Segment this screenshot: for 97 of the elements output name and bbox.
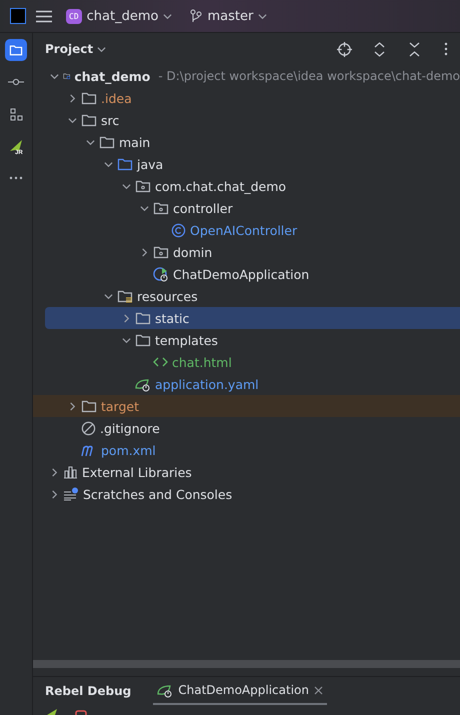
tree-item-label: src xyxy=(101,112,120,128)
scratches-icon xyxy=(63,487,79,501)
tree-row[interactable]: .gitignore xyxy=(33,417,460,439)
panel-title[interactable]: Project xyxy=(45,42,106,56)
leaf-icon xyxy=(157,682,174,698)
chevron-down-icon[interactable] xyxy=(122,336,130,344)
tool-window-title: Rebel Debug xyxy=(45,684,132,698)
tree-item-label: main xyxy=(119,134,150,150)
tree-row[interactable]: com.chat.chat_demo xyxy=(33,175,460,197)
folder-icon xyxy=(81,113,97,127)
prohibited-icon xyxy=(81,420,96,436)
collapse-all-icon[interactable] xyxy=(409,42,420,56)
folder-icon xyxy=(135,333,151,347)
tree-row[interactable]: chat_demo - D:\project workspace\idea workspace\chat-demo xyxy=(33,65,460,87)
tree-row[interactable]: templates xyxy=(33,329,460,351)
tree-row[interactable]: java xyxy=(33,153,460,175)
locate-icon[interactable] xyxy=(337,42,352,56)
tree-item-label: External Libraries xyxy=(82,464,192,480)
run-tab[interactable]: ChatDemoApplication xyxy=(153,677,327,705)
tree-item-label: .idea xyxy=(101,90,132,106)
branch-switcher[interactable]: master xyxy=(186,8,272,24)
tree-row[interactable]: src xyxy=(33,109,460,131)
chevron-right-icon[interactable] xyxy=(140,248,148,256)
chevron-right-icon[interactable] xyxy=(50,468,58,476)
project-switcher[interactable]: CD chat_demo xyxy=(62,8,176,24)
more-icon xyxy=(9,176,23,180)
chevron-down-icon[interactable] xyxy=(258,12,268,20)
tree-item-label: chat.html xyxy=(172,354,232,370)
tree-row[interactable]: domin xyxy=(33,241,460,263)
chevron-right-icon[interactable] xyxy=(68,94,76,102)
tree-item-label: pom.xml xyxy=(101,442,156,458)
tree-row[interactable]: ChatDemoApplication xyxy=(33,263,460,285)
horizontal-scrollbar[interactable] xyxy=(33,660,460,668)
tool-window-button[interactable] xyxy=(5,39,27,61)
chevron-down-icon[interactable] xyxy=(97,44,106,54)
tree-row[interactable]: target xyxy=(33,395,460,417)
folder-icon xyxy=(81,399,97,413)
tree-item-label: Scratches and Consoles xyxy=(83,486,232,502)
tree-row[interactable]: main xyxy=(33,131,460,153)
expand-all-icon[interactable] xyxy=(374,42,385,56)
folder-icon xyxy=(9,44,23,56)
folder-icon xyxy=(81,91,97,105)
tree-item-label: target xyxy=(101,398,140,414)
package-icon xyxy=(153,201,169,215)
source-folder-icon xyxy=(117,157,133,171)
tree-item-label: OpenAIController xyxy=(190,222,298,238)
class-icon xyxy=(171,222,186,238)
chevron-down-icon[interactable] xyxy=(104,292,112,300)
project-path: - D:\project workspace\idea workspace\chat-demo xyxy=(158,69,460,83)
chevron-down-icon[interactable] xyxy=(104,160,112,168)
tree-row[interactable]: controller xyxy=(33,197,460,219)
code-brackets-icon xyxy=(153,356,168,368)
tree-item-label: .gitignore xyxy=(100,420,160,436)
chevron-down-icon[interactable] xyxy=(50,72,58,80)
tree-item-label: java xyxy=(137,156,164,172)
chevron-down-icon[interactable] xyxy=(163,12,172,20)
package-icon xyxy=(135,179,151,193)
tree-row[interactable]: Scratches and Consoles xyxy=(33,483,460,505)
spring-class-icon xyxy=(153,266,169,282)
tree-row[interactable]: External Libraries xyxy=(33,461,460,483)
resources-folder-icon xyxy=(117,289,133,303)
tree-item-label: static xyxy=(155,310,190,326)
chevron-down-icon[interactable] xyxy=(140,204,148,212)
tree-item-label: ChatDemoApplication xyxy=(173,266,310,282)
tree-row[interactable]: chat.html xyxy=(33,351,460,373)
tree-row[interactable]: OpenAIController xyxy=(33,219,460,241)
tree-row[interactable]: .idea xyxy=(33,87,460,109)
chevron-down-icon[interactable] xyxy=(86,138,94,146)
more-icon[interactable] xyxy=(444,42,448,56)
chevron-right-icon[interactable] xyxy=(50,490,58,498)
branch-icon xyxy=(190,9,202,23)
stop-icon[interactable] xyxy=(75,710,87,715)
close-icon xyxy=(314,686,323,694)
selected-tree-row[interactable]: static xyxy=(45,307,460,329)
tree-item-label: templates xyxy=(155,332,218,348)
chevron-down-icon[interactable] xyxy=(122,182,130,190)
leaf-icon xyxy=(135,376,151,392)
tree-item-label: resources xyxy=(137,288,198,304)
package-icon xyxy=(153,245,169,259)
tree-item-label: domin xyxy=(173,244,212,260)
menu-icon[interactable] xyxy=(36,10,52,22)
chevron-right-icon[interactable] xyxy=(68,402,76,410)
tree-item-label: chat_demo xyxy=(74,68,150,84)
bar-chart-icon xyxy=(63,465,78,479)
commit-icon xyxy=(8,78,24,86)
tree-item-label: controller xyxy=(173,200,233,216)
structure-icon xyxy=(10,108,22,120)
chevron-right-icon[interactable] xyxy=(122,314,130,322)
chevron-down-icon[interactable] xyxy=(68,116,76,124)
tree-item-label: com.chat.chat_demo xyxy=(155,178,286,194)
tree-row[interactable]: pom.xml xyxy=(33,439,460,461)
tree-row[interactable]: resources xyxy=(33,285,460,307)
folder-icon xyxy=(99,135,115,149)
app-logo-icon[interactable] xyxy=(10,8,26,24)
tree-row[interactable]: application.yaml xyxy=(33,373,460,395)
tree-item-label: application.yaml xyxy=(155,376,259,392)
folder-icon xyxy=(135,311,151,325)
